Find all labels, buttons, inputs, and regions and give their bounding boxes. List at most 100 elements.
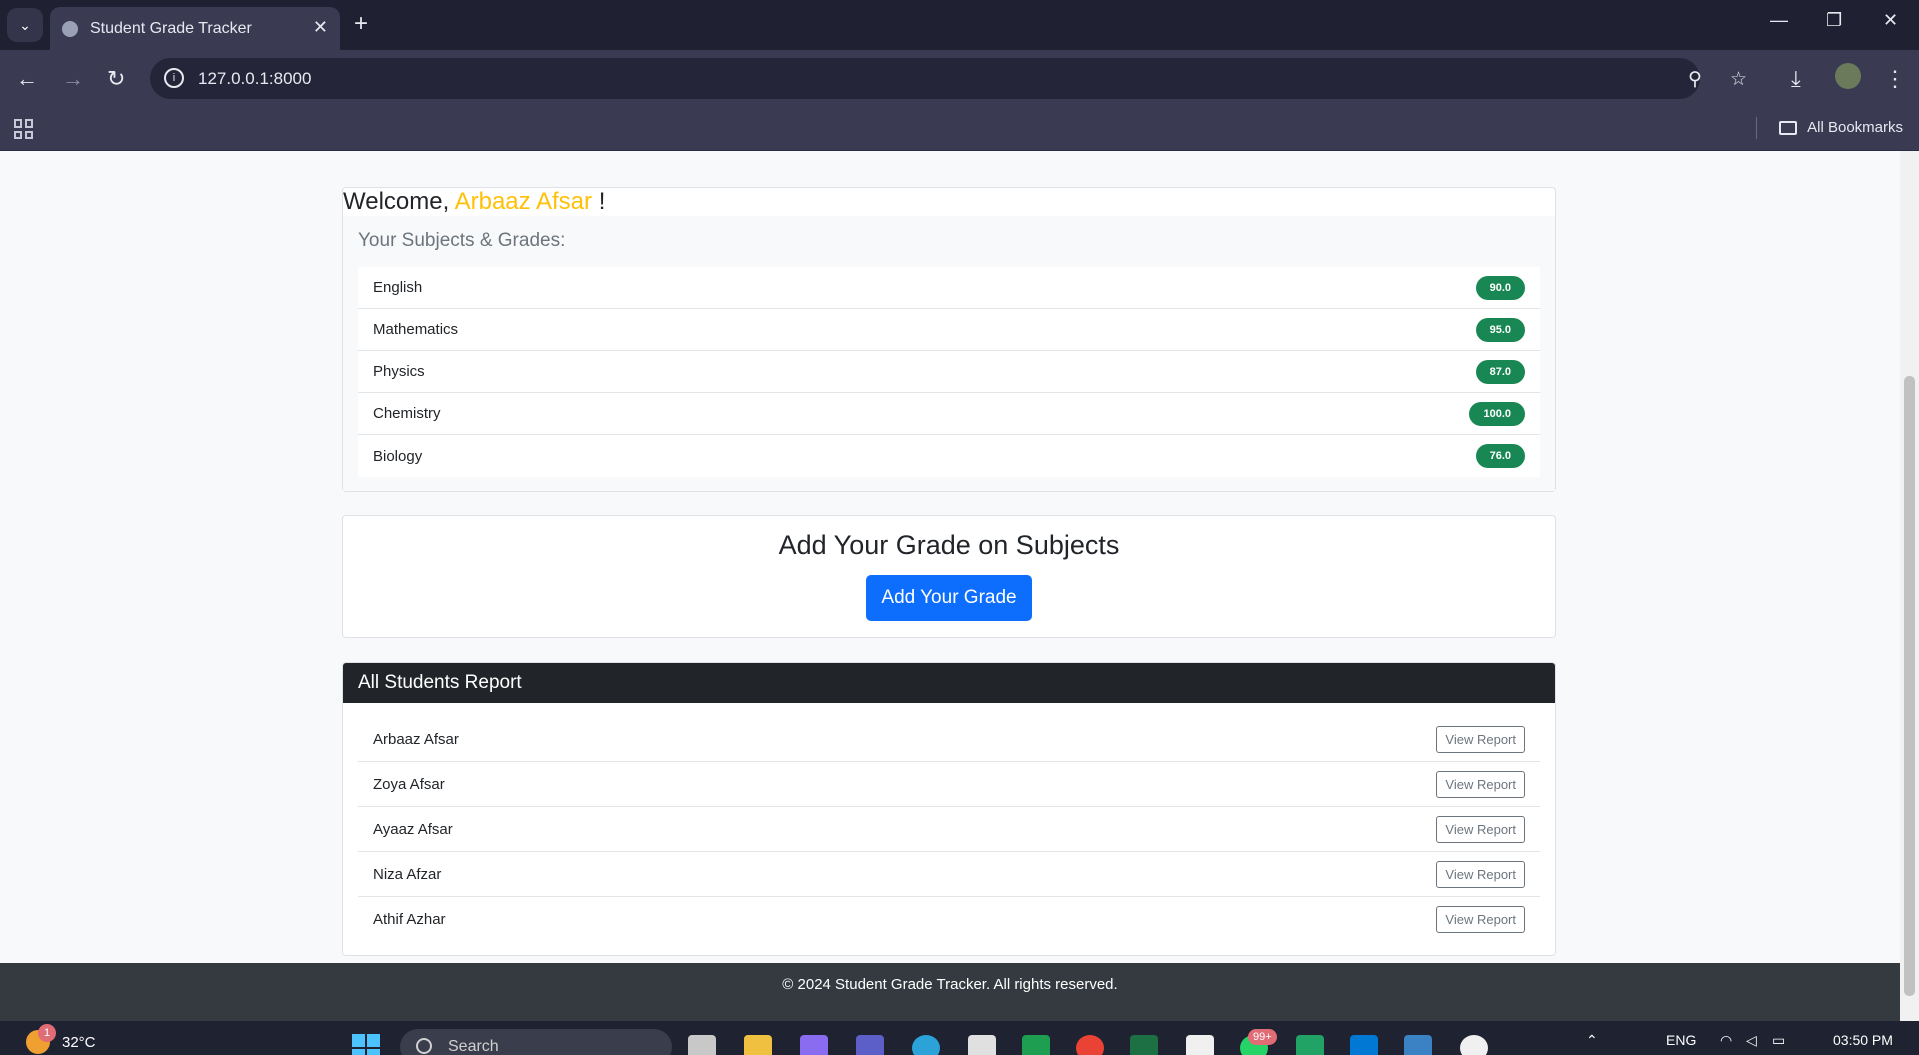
- clock[interactable]: 03:50 PM: [1833, 1032, 1893, 1048]
- apps-icon[interactable]: [14, 119, 34, 139]
- zoom-icon[interactable]: ⚲: [1688, 68, 1702, 91]
- browser-nav-bar: ← → ↻ i 127.0.0.1:8000 ⚲ ☆ ⤓ ⋮: [0, 50, 1919, 107]
- page-content: Welcome, Arbaaz Afsar ! Your Subjects & …: [0, 151, 1900, 1021]
- student-row: Zoya Afsar View Report: [358, 762, 1540, 807]
- minimize-icon[interactable]: —: [1770, 10, 1788, 31]
- weather-widget[interactable]: 1 32°C: [26, 1024, 96, 1054]
- language-indicator[interactable]: ENG: [1666, 1032, 1696, 1048]
- volume-icon[interactable]: ◁: [1746, 1032, 1757, 1049]
- student-name: Arbaaz Afsar: [454, 188, 593, 215]
- show-hidden-icons[interactable]: ⌃: [1586, 1032, 1598, 1049]
- paint-icon[interactable]: [1404, 1035, 1432, 1055]
- add-grade-button[interactable]: Add Your Grade: [866, 575, 1032, 621]
- all-bookmarks-button[interactable]: All Bookmarks: [1779, 119, 1903, 136]
- grade-badge: 90.0: [1475, 275, 1525, 300]
- bookmarks-bar: All Bookmarks: [0, 107, 1919, 151]
- battery-icon[interactable]: ▭: [1772, 1032, 1785, 1049]
- grade-badge: 100.0: [1469, 401, 1525, 426]
- url-text: 127.0.0.1:8000: [198, 68, 312, 88]
- grade-badge: 76.0: [1475, 444, 1525, 468]
- address-bar[interactable]: i 127.0.0.1:8000 ⚲ ☆: [150, 58, 1747, 99]
- folder-icon: [1779, 120, 1798, 135]
- whatsapp-badge: 99+: [1248, 1029, 1277, 1045]
- task-view-icon[interactable]: [688, 1035, 716, 1055]
- add-grade-title: Add Your Grade on Subjects: [778, 530, 1120, 560]
- welcome-suffix: !: [598, 188, 606, 215]
- globe-icon: [62, 20, 78, 37]
- store-icon[interactable]: [968, 1035, 996, 1055]
- taskbar-search[interactable]: Search: [400, 1029, 672, 1055]
- copilot-icon[interactable]: [800, 1035, 828, 1055]
- subjects-title: Your Subjects & Grades:: [358, 230, 566, 251]
- forward-icon[interactable]: →: [62, 66, 84, 92]
- browser-tab[interactable]: Student Grade Tracker ✕: [50, 7, 340, 50]
- download-icon[interactable]: ⤓: [1791, 66, 1801, 92]
- classroom-icon[interactable]: [1022, 1035, 1050, 1055]
- windows-start-icon[interactable]: [352, 1034, 380, 1055]
- edge-icon[interactable]: [912, 1035, 940, 1055]
- chrome-icon[interactable]: [1076, 1035, 1104, 1055]
- students-report-card: All Students Report Arbaaz Afsar View Re…: [342, 662, 1556, 956]
- wifi-icon[interactable]: ◠: [1720, 1032, 1732, 1049]
- page-scrollbar[interactable]: [1900, 151, 1919, 1021]
- bookmark-star-icon[interactable]: ☆: [1730, 68, 1747, 91]
- close-window-icon[interactable]: ✕: [1883, 10, 1898, 31]
- profile-avatar[interactable]: [1835, 63, 1861, 89]
- excel-icon[interactable]: [1130, 1035, 1158, 1055]
- windows-taskbar: 1 32°C Search 99+ ⌃ ENG ◠ ◁ ▭ 03:50 PM: [0, 1021, 1919, 1055]
- subject-name: English: [373, 279, 423, 296]
- scrollbar-thumb[interactable]: [1904, 376, 1915, 996]
- github-icon[interactable]: [1460, 1035, 1488, 1055]
- subject-row: English 90.0: [358, 267, 1540, 309]
- site-info-icon[interactable]: i: [164, 68, 184, 88]
- student-row-name: Zoya Afsar: [373, 775, 445, 793]
- student-row-name: Athif Azhar: [373, 911, 446, 928]
- student-row-name: Ayaaz Afsar: [373, 820, 453, 838]
- all-bookmarks-label: All Bookmarks: [1807, 119, 1903, 136]
- view-report-button[interactable]: View Report: [1436, 815, 1525, 843]
- welcome-prefix: Welcome,: [343, 188, 450, 215]
- view-report-button[interactable]: View Report: [1436, 860, 1525, 888]
- subject-row: Physics 87.0: [358, 351, 1540, 393]
- student-row: Arbaaz Afsar View Report: [358, 717, 1540, 762]
- student-row: Ayaaz Afsar View Report: [358, 807, 1540, 852]
- students-list: Arbaaz Afsar View Report Zoya Afsar View…: [343, 703, 1555, 942]
- new-tab-button[interactable]: +: [354, 10, 368, 38]
- weather-notification-badge: 1: [38, 1024, 56, 1042]
- menu-icon[interactable]: ⋮: [1884, 66, 1906, 92]
- grade-badge: 95.0: [1475, 317, 1525, 342]
- welcome-heading: Welcome, Arbaaz Afsar !: [343, 188, 605, 216]
- close-tab-icon[interactable]: ✕: [313, 17, 328, 38]
- chatgpt-icon[interactable]: [1186, 1035, 1214, 1055]
- tab-title: Student Grade Tracker: [90, 19, 252, 37]
- sheets-icon[interactable]: [1296, 1035, 1324, 1055]
- student-row-name: Arbaaz Afsar: [373, 730, 459, 748]
- reload-icon[interactable]: ↻: [107, 66, 125, 92]
- restore-icon[interactable]: ❐: [1826, 10, 1842, 31]
- view-report-button[interactable]: View Report: [1436, 725, 1525, 753]
- subject-name: Chemistry: [373, 405, 441, 422]
- vscode-icon[interactable]: [1350, 1035, 1378, 1055]
- view-report-button[interactable]: View Report: [1436, 770, 1525, 798]
- student-row: Niza Afzar View Report: [358, 852, 1540, 897]
- subject-name: Physics: [373, 363, 425, 380]
- subjects-list: English 90.0 Mathematics 95.0 Physics 87…: [358, 267, 1540, 477]
- subjects-card: Welcome, Arbaaz Afsar ! Your Subjects & …: [342, 187, 1556, 492]
- subject-row: Mathematics 95.0: [358, 309, 1540, 351]
- subject-row: Chemistry 100.0: [358, 393, 1540, 435]
- bookmarks-divider: [1756, 117, 1757, 139]
- grade-badge: 87.0: [1475, 359, 1525, 384]
- add-grade-card: Add Your Grade on Subjects Add Your Grad…: [342, 515, 1556, 638]
- tab-search-button[interactable]: ⌄: [7, 8, 43, 42]
- weather-icon: 1: [26, 1024, 56, 1054]
- teams-icon[interactable]: [856, 1035, 884, 1055]
- view-report-button[interactable]: View Report: [1436, 906, 1525, 933]
- file-explorer-icon[interactable]: [744, 1035, 772, 1055]
- subject-name: Mathematics: [373, 321, 459, 338]
- search-icon: [416, 1038, 432, 1054]
- report-title: All Students Report: [343, 663, 1555, 703]
- search-placeholder: Search: [448, 1038, 499, 1055]
- back-icon[interactable]: ←: [16, 66, 38, 92]
- subject-name: Biology: [373, 447, 423, 465]
- temperature: 32°C: [62, 1033, 96, 1051]
